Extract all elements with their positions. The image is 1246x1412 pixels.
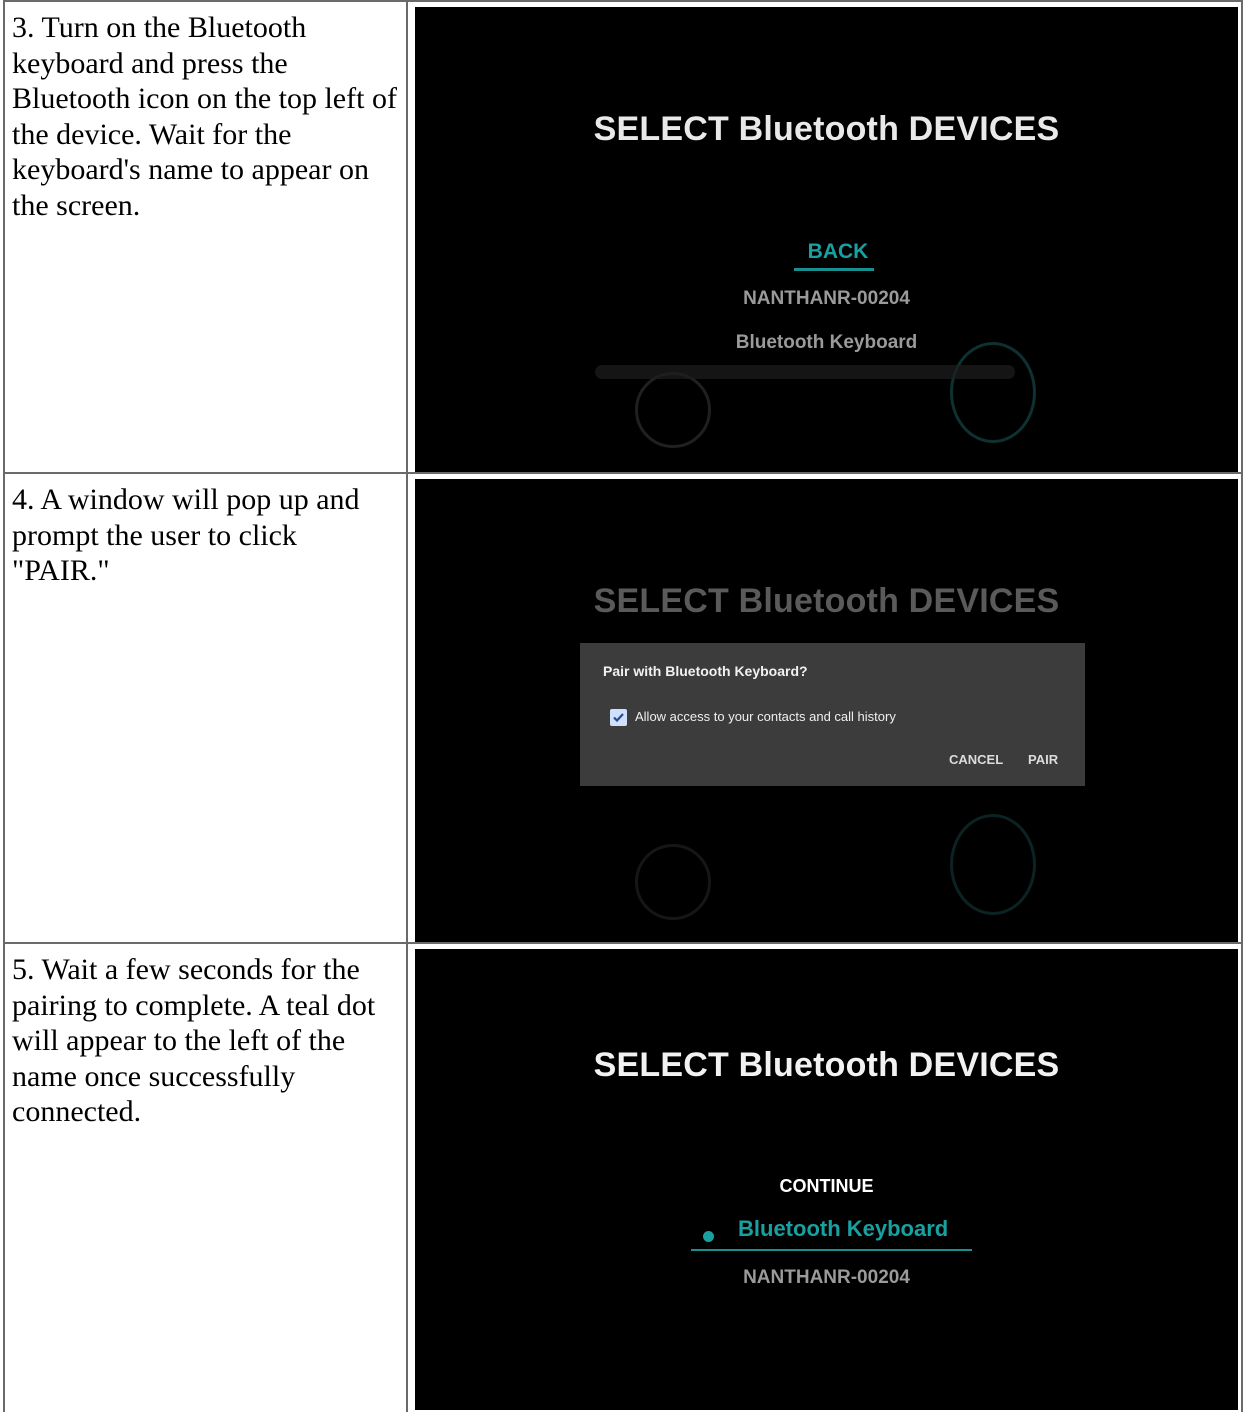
device-screen: SELECT Bluetooth DEVICES Pair with Bluet… (415, 479, 1238, 942)
pair-button[interactable]: PAIR (1028, 752, 1058, 767)
device-item-nanthanr[interactable]: NANTHANR-00204 (415, 288, 1238, 310)
step-text-cell: 5. Wait a few seconds for the pairing to… (3, 944, 408, 1412)
dialog-title: Pair with Bluetooth Keyboard? (603, 663, 808, 679)
checkmark-icon (613, 713, 624, 723)
device-item-bluetooth-keyboard[interactable]: Bluetooth Keyboard (415, 332, 1238, 354)
continue-button[interactable]: CONTINUE (415, 1176, 1238, 1197)
background-bar-decoration (595, 365, 1015, 379)
step-text-cell: 3. Turn on the Bluetooth keyboard and pr… (3, 2, 408, 474)
focus-underline (691, 1249, 972, 1251)
step-row: 4. A window will pop up and prompt the u… (3, 472, 1243, 944)
back-button[interactable]: BACK (798, 240, 878, 264)
device-icon-decoration (635, 844, 711, 920)
bluetooth-icon-decoration (950, 814, 1036, 915)
pair-dialog: Pair with Bluetooth Keyboard? Allow acce… (580, 643, 1085, 786)
screen-title: SELECT Bluetooth DEVICES (593, 110, 1060, 148)
step-text: 5. Wait a few seconds for the pairing to… (12, 953, 376, 1128)
step-text: 4. A window will pop up and prompt the u… (12, 483, 360, 587)
focus-underline (794, 268, 874, 271)
step-text: 3. Turn on the Bluetooth keyboard and pr… (12, 11, 397, 222)
device-item-bluetooth-keyboard[interactable]: Bluetooth Keyboard (738, 1216, 948, 1242)
step-screenshot-cell: SELECT Bluetooth DEVICES CONTINUE Blueto… (410, 944, 1243, 1412)
step-row: 3. Turn on the Bluetooth keyboard and pr… (3, 0, 1243, 474)
device-screen: SELECT Bluetooth DEVICES CONTINUE Blueto… (415, 949, 1238, 1410)
screen-title: SELECT Bluetooth DEVICES (593, 582, 1060, 620)
cancel-button[interactable]: CANCEL (949, 752, 1003, 767)
bluetooth-icon-decoration (950, 342, 1036, 443)
step-screenshot-cell: SELECT Bluetooth DEVICES Pair with Bluet… (410, 474, 1243, 944)
checkbox-label: Allow access to your contacts and call h… (635, 709, 896, 724)
device-screen: SELECT Bluetooth DEVICES BACK NANTHANR-0… (415, 7, 1238, 472)
screen-title: SELECT Bluetooth DEVICES (593, 1046, 1060, 1084)
device-icon-decoration (635, 372, 711, 448)
instruction-table: 3. Turn on the Bluetooth keyboard and pr… (3, 0, 1243, 1412)
device-item-nanthanr[interactable]: NANTHANR-00204 (415, 1267, 1238, 1289)
contacts-access-checkbox[interactable] (610, 709, 627, 726)
connected-dot-icon (703, 1231, 714, 1242)
step-screenshot-cell: SELECT Bluetooth DEVICES BACK NANTHANR-0… (410, 2, 1243, 474)
step-text-cell: 4. A window will pop up and prompt the u… (3, 474, 408, 944)
step-row: 5. Wait a few seconds for the pairing to… (3, 942, 1243, 1412)
